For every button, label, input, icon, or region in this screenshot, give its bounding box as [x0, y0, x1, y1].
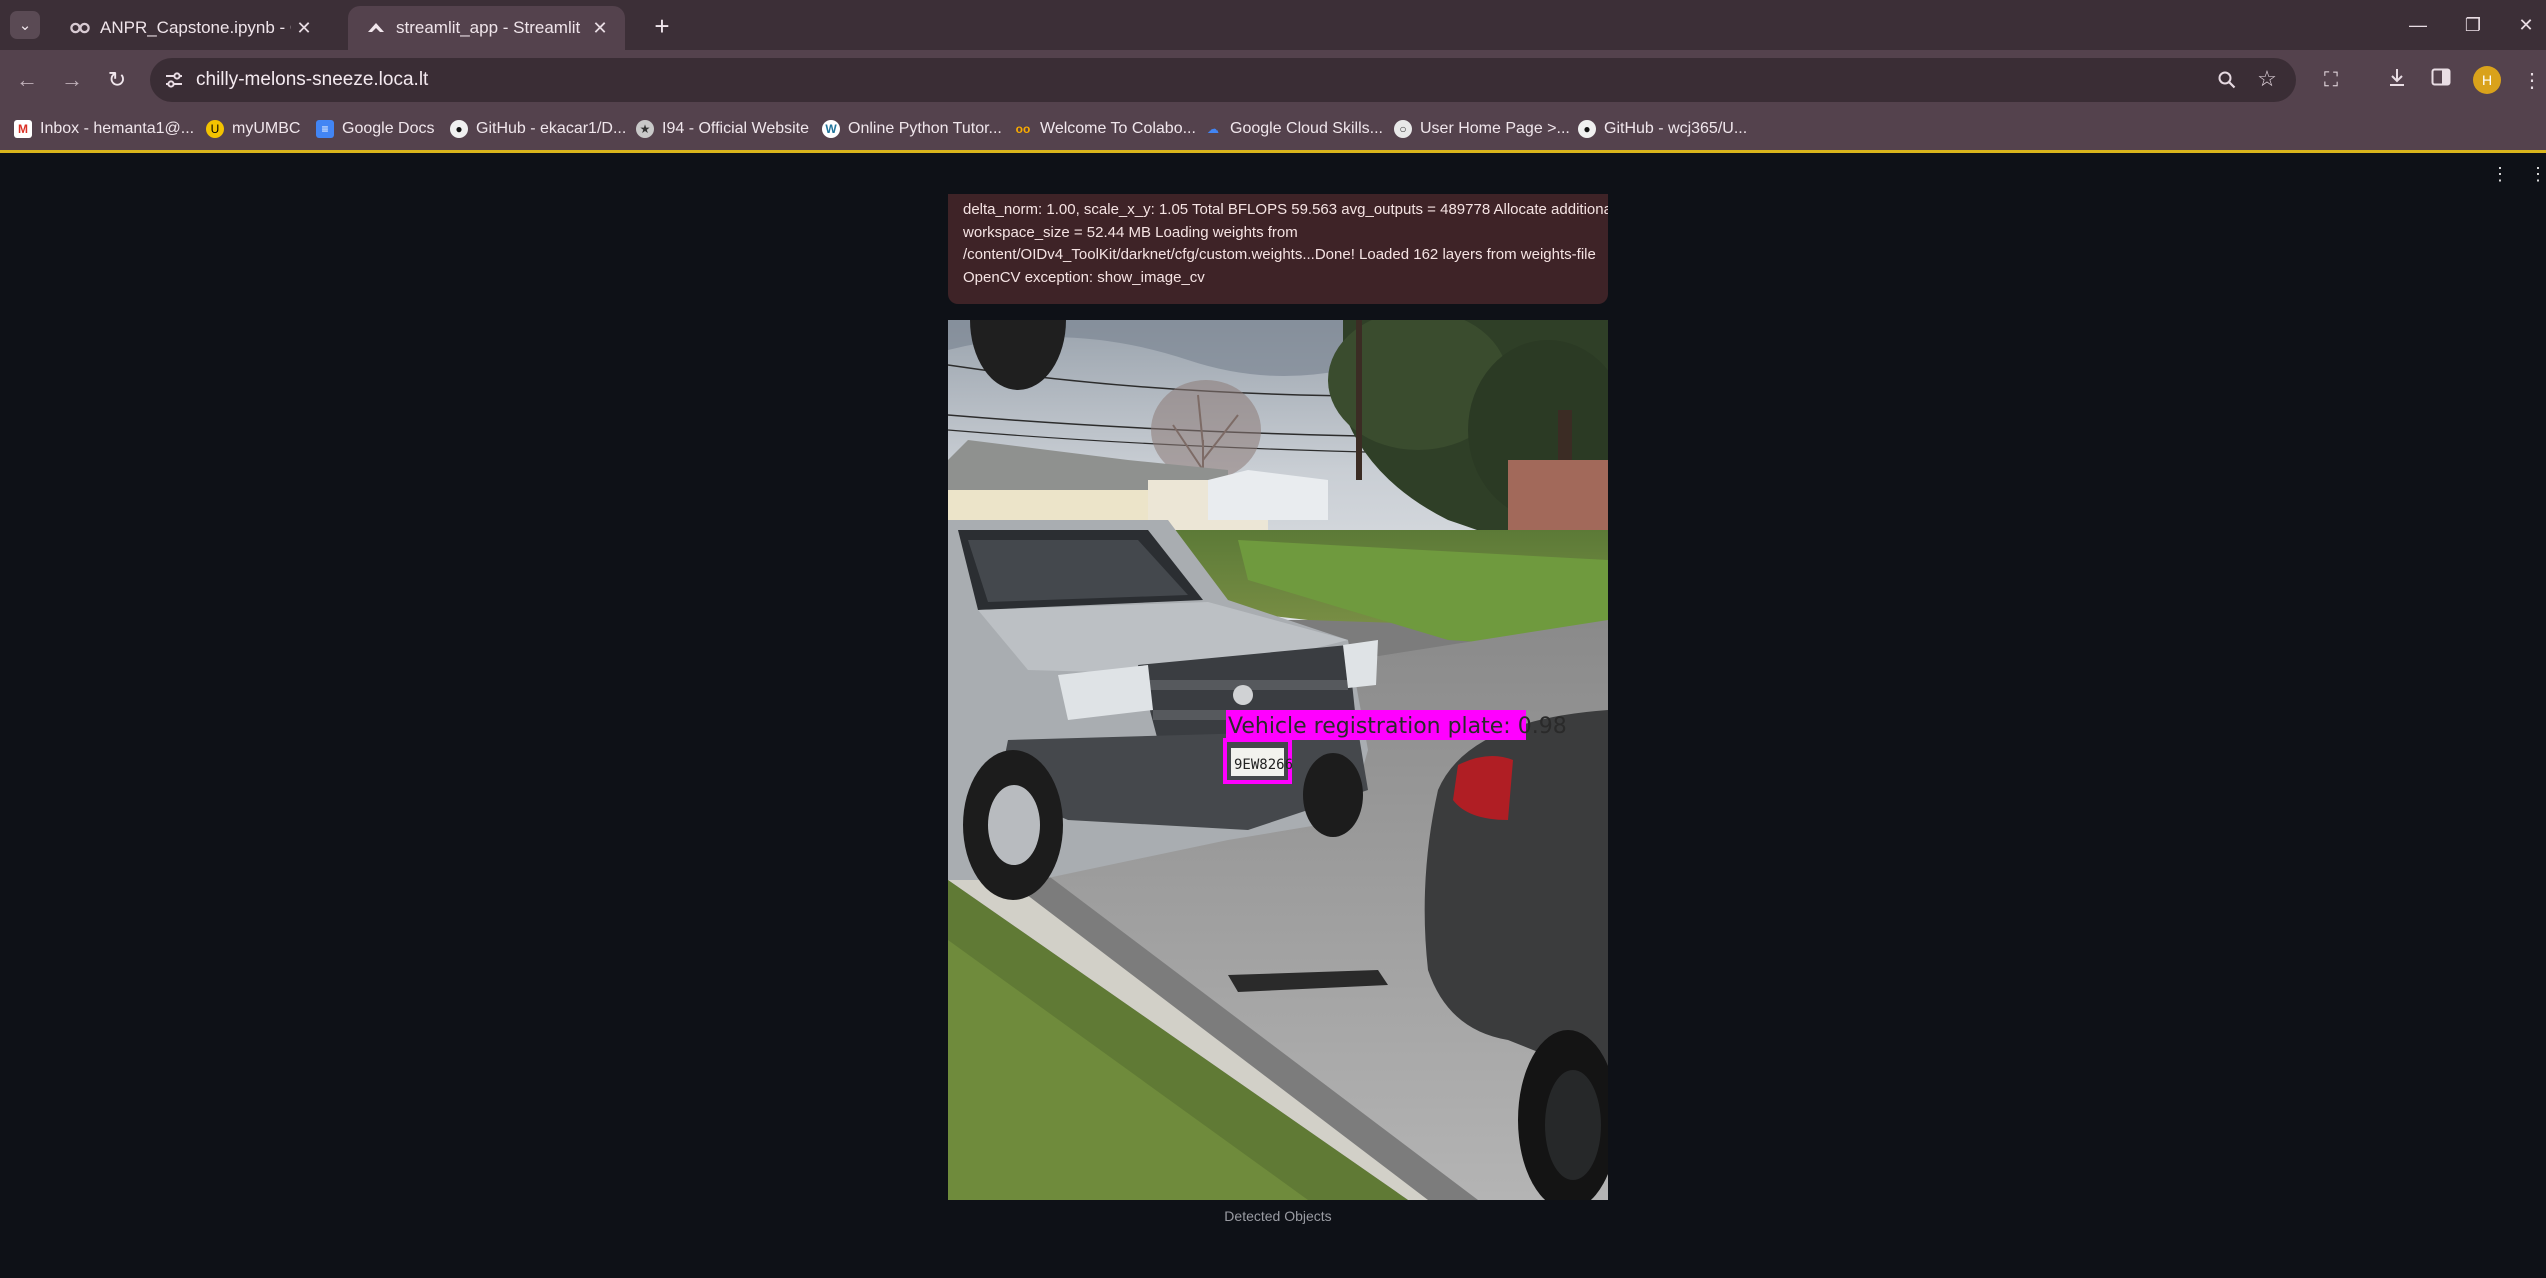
profile-avatar[interactable]: H — [2473, 66, 2501, 94]
app-menu-button[interactable]: ⋮ — [2490, 162, 2510, 186]
colab-icon — [70, 18, 90, 38]
i94-icon: ★ — [636, 120, 654, 138]
bookmark-item[interactable]: oo Welcome To Colabo... — [1014, 116, 1196, 142]
tab-title: ANPR_Capstone.ipynb - Colab — [100, 18, 291, 37]
error-line: OpenCV exception: show_image_cv — [963, 268, 1205, 286]
bookmark-item[interactable]: ● GitHub - ekacar1/D... — [450, 116, 626, 142]
umbc-icon: U — [206, 120, 224, 138]
bookmark-star-icon[interactable]: ☆ — [2254, 66, 2280, 92]
bookmark-label: GitHub - wcj365/U... — [1604, 120, 1748, 137]
colab-icon: oo — [1015, 122, 1031, 136]
back-button[interactable]: ← — [12, 65, 42, 95]
google-docs-icon: ≡ — [316, 120, 334, 138]
side-panel-icon — [2431, 68, 2451, 92]
plus-icon: + — [654, 10, 670, 41]
side-panel-button[interactable] — [2426, 65, 2456, 95]
minimize-button[interactable]: — — [2398, 10, 2438, 40]
chevron-down-icon: ⌄ — [18, 17, 32, 34]
arrow-right-icon: → — [61, 67, 83, 92]
minimize-icon: — — [2409, 14, 2427, 35]
arrow-left-icon: ← — [16, 67, 38, 92]
streamlit-main-menu[interactable]: ⋮ — [2528, 162, 2546, 186]
url-text: chilly-melons-sneeze.loca.lt — [196, 69, 429, 90]
github-icon: ● — [450, 120, 468, 138]
restore-button[interactable]: ❐ — [2453, 10, 2493, 40]
close-icon: ✕ — [2518, 14, 2534, 35]
github-icon: ● — [1578, 120, 1596, 138]
detected-objects-image: Vehicle registration plate: 0.98 9EW8266 — [948, 320, 1608, 1200]
kebab-menu-icon: ⋮ — [2522, 69, 2542, 92]
error-line: delta_norm: 1.00, scale_x_y: 1.05 Total … — [963, 201, 1608, 218]
site-settings-icon[interactable] — [162, 68, 186, 92]
streamlit-icon — [366, 18, 386, 38]
bookmark-label: Inbox - hemanta1@... — [40, 120, 195, 137]
extensions-button[interactable]: ⛶ — [2316, 65, 2346, 95]
downloads-button[interactable] — [2382, 65, 2412, 95]
bookmark-label: Google Cloud Skills... — [1230, 120, 1383, 137]
bookmark-item[interactable]: ☁ Google Cloud Skills... — [1204, 116, 1383, 142]
forward-button[interactable]: → — [57, 65, 87, 95]
tab-colab[interactable]: ANPR_Capstone.ipynb - Colab ✕ — [52, 6, 329, 50]
close-icon[interactable]: ✕ — [291, 15, 317, 41]
bookmark-item[interactable]: ★ I94 - Official Website — [636, 116, 809, 142]
bookmark-label: Google Docs — [342, 120, 435, 137]
address-bar[interactable]: chilly-melons-sneeze.loca.lt ☆ — [150, 58, 2296, 102]
tab-streamlit[interactable]: streamlit_app - Streamlit ✕ — [348, 6, 625, 50]
browser-menu-button[interactable]: ⋮ — [2517, 65, 2546, 95]
bookmark-label: Online Python Tutor... — [848, 120, 1002, 137]
bookmark-item[interactable]: W Online Python Tutor... — [822, 116, 1002, 142]
gmail-icon: M — [14, 120, 32, 138]
wordpress-icon: W — [822, 120, 840, 138]
bookmark-item[interactable]: ● GitHub - wcj365/U... — [1578, 116, 1747, 142]
bookmark-label: GitHub - ekacar1/D... — [476, 120, 627, 137]
reload-icon: ↻ — [107, 67, 127, 92]
error-line: workspace_size = 52.44 MB Loading weight… — [963, 223, 1298, 241]
reload-button[interactable]: ↻ — [102, 65, 132, 95]
google-cloud-icon: ☁ — [1207, 122, 1219, 136]
browser-titlebar: ⌄ ANPR_Capstone.ipynb - Colab ✕ streamli… — [0, 0, 2546, 50]
new-tab-button[interactable]: + — [648, 10, 676, 41]
plate-text: 9EW8266 — [1234, 757, 1293, 773]
tab-search-button[interactable]: ⌄ — [10, 11, 40, 39]
bookmark-item[interactable]: M Inbox - hemanta1@... — [14, 116, 194, 142]
tab-title: streamlit_app - Streamlit — [396, 18, 581, 37]
image-caption: Detected Objects — [1224, 1208, 1332, 1224]
globe-icon: ○ — [1394, 120, 1412, 138]
bookmark-label: myUMBC — [232, 120, 301, 137]
detection-label: Vehicle registration plate: 0.98 — [1228, 714, 1567, 739]
bookmark-label: Welcome To Colabo... — [1040, 120, 1196, 137]
restore-icon: ❐ — [2464, 14, 2482, 35]
bookmark-item[interactable]: U myUMBC — [206, 116, 300, 142]
close-icon[interactable]: ✕ — [587, 15, 613, 41]
bookmark-label: User Home Page >... — [1420, 120, 1570, 137]
error-line: /content/OIDv4_ToolKit/darknet/cfg/custo… — [963, 246, 1596, 264]
vehicle-photo: Vehicle registration plate: 0.98 9EW8266 — [948, 320, 1608, 1200]
error-message-box: delta_norm: 1.00, scale_x_y: 1.05 Total … — [948, 194, 1608, 304]
kebab-menu-icon: ⋮ — [2529, 163, 2546, 184]
bookmark-item[interactable]: ≡ Google Docs — [316, 116, 435, 142]
bookmarks-bar: M Inbox - hemanta1@... U myUMBC ≡ Google… — [0, 108, 2546, 153]
avatar-initial: H — [2481, 72, 2493, 88]
browser-toolbar: ← → ↻ chilly-melons-sneeze.loca.lt ☆ ⛶ H… — [0, 50, 2546, 108]
info-icon: ⋮ — [2491, 163, 2509, 184]
puzzle-icon: ⛶ — [2324, 68, 2338, 91]
zoom-icon[interactable] — [2214, 67, 2240, 93]
bookmark-label: I94 - Official Website — [662, 120, 810, 137]
bookmark-item[interactable]: ○ User Home Page >... — [1394, 116, 1570, 142]
download-icon — [2387, 67, 2407, 93]
close-window-button[interactable]: ✕ — [2506, 10, 2546, 40]
